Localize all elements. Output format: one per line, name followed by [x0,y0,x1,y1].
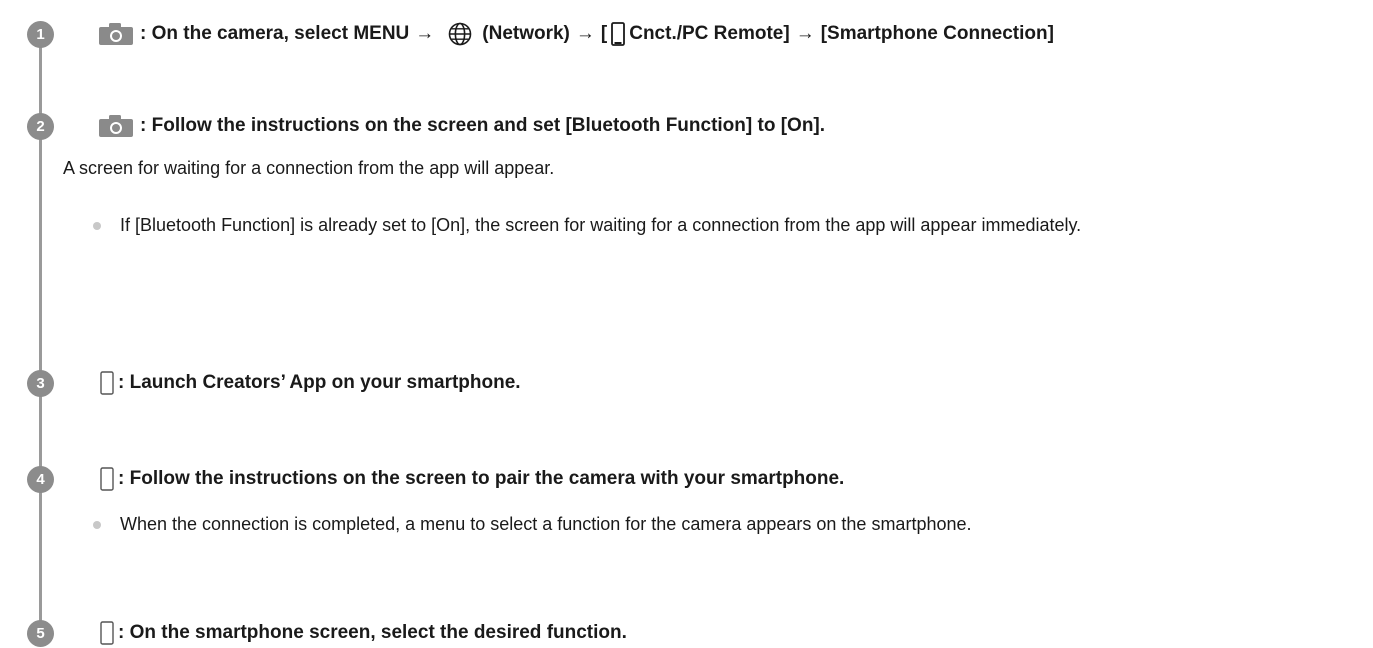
step-1-prefix: : On the camera, select MENU [140,23,410,44]
step-4-bullet: When the connection is completed, a menu… [93,509,1313,539]
menu-item-cnct-pc-remote: Cnct./PC Remote] [629,23,790,44]
smartphone-connection-item: [Smartphone Connection] [820,23,1054,44]
step-2-heading: : Follow the instructions on the screen … [98,112,825,140]
step-number-4: 4 [27,466,54,493]
arrow-icon: → [415,23,435,44]
bullet-dot [93,521,101,529]
smartphone-icon [100,621,114,645]
step-number-5: 5 [27,620,54,647]
step-4-bullet-text: When the connection is completed, a menu… [120,514,972,534]
step-1-heading: : On the camera, select MENU → (Network)… [98,20,1054,48]
smartphone-icon [611,22,626,46]
network-label: (Network) [482,23,570,44]
step-number-1: 1 [27,21,54,48]
step-5-heading: : On the smartphone screen, select the d… [100,619,627,647]
step-5-text: : On the smartphone screen, select the d… [118,622,627,643]
step-3-text: : Launch Creators’ App on your smartphon… [118,372,521,393]
step-2-bullet-text: If [Bluetooth Function] is already set t… [120,215,1082,235]
step-4-text: : Follow the instructions on the screen … [118,468,845,489]
arrow-icon: → [795,23,815,44]
step-2-bullet: If [Bluetooth Function] is already set t… [93,210,1313,240]
step-4-heading: : Follow the instructions on the screen … [100,465,844,493]
smartphone-icon [100,371,114,395]
arrow-icon: → [575,23,595,44]
step-2-text: : Follow the instructions on the screen … [140,115,826,136]
camera-icon [99,23,133,45]
camera-icon [99,115,133,137]
bracket-open: [ [600,23,608,44]
step-number-3: 3 [27,370,54,397]
step-2-note: A screen for waiting for a connection fr… [63,158,555,178]
step-3-heading: : Launch Creators’ App on your smartphon… [100,369,521,397]
smartphone-icon [100,467,114,491]
globe-icon [448,22,472,46]
bullet-dot [93,222,101,230]
step-number-2: 2 [27,113,54,140]
